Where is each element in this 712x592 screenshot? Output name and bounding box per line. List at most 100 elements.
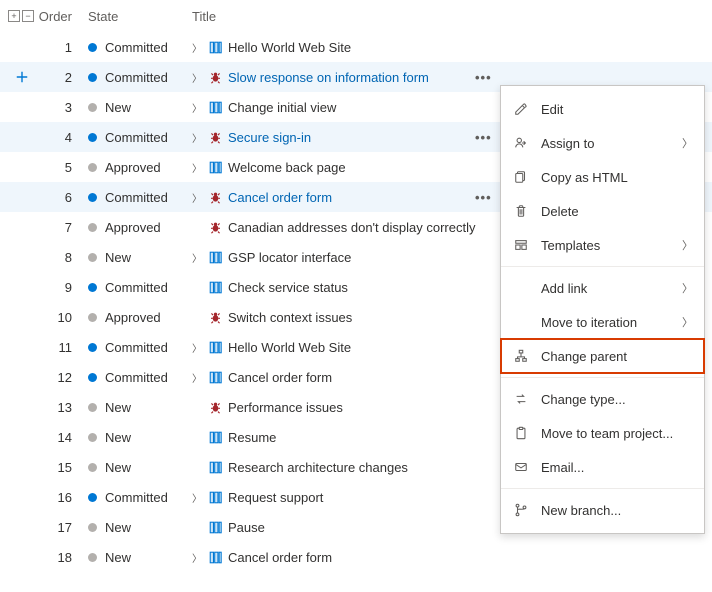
chevron-right-icon[interactable]: 〉 [192,250,202,265]
pbi-icon [208,280,222,294]
order-cell: 12 [36,370,84,385]
menu-change-type[interactable]: Change type... [501,382,704,416]
menu-label: Change type... [541,392,692,407]
title-text: Cancel order form [228,550,332,565]
menu-separator [501,488,704,489]
menu-move-iteration[interactable]: Move to iteration 〉 [501,305,704,339]
hierarchy-icon [513,348,529,364]
bug-icon [208,400,222,414]
state-text: New [105,550,131,565]
state-text: Committed [105,490,168,505]
chevron-right-icon[interactable]: 〉 [192,70,202,85]
state-dot-icon [88,343,97,352]
title-text: Change initial view [228,100,336,115]
more-actions-icon[interactable]: ••• [475,190,492,205]
title-text: GSP locator interface [228,250,351,265]
clipboard-icon [513,425,529,441]
chevron-right-icon[interactable]: 〉 [192,160,202,175]
state-text: Committed [105,40,168,55]
state-dot-icon [88,403,97,412]
title-text: Pause [228,520,265,535]
pbi-icon [208,370,222,384]
bug-icon [208,190,222,204]
title-text: Switch context issues [228,310,352,325]
state-text: Committed [105,130,168,145]
chevron-right-icon[interactable]: 〉 [192,40,202,55]
bug-icon [208,70,222,84]
pbi-icon [208,340,222,354]
chevron-right-icon[interactable]: 〉 [192,370,202,385]
person-icon [513,135,529,151]
menu-add-link[interactable]: Add link 〉 [501,271,704,305]
order-cell: 6 [36,190,84,205]
title-text[interactable]: Cancel order form [228,190,332,205]
menu-assign-to[interactable]: Assign to 〉 [501,126,704,160]
order-cell: 15 [36,460,84,475]
title-text: Hello World Web Site [228,40,351,55]
backlog-row[interactable]: 18New〉Cancel order form [0,542,712,572]
state-dot-icon [88,283,97,292]
menu-label: Templates [541,238,670,253]
order-cell: 8 [36,250,84,265]
state-dot-icon [88,253,97,262]
chevron-right-icon[interactable]: 〉 [192,550,202,565]
title-text: Welcome back page [228,160,346,175]
state-text: New [105,100,131,115]
state-text: Committed [105,370,168,385]
state-text: New [105,400,131,415]
menu-label: Email... [541,460,692,475]
backlog-row[interactable]: 1Committed〉Hello World Web Site [0,32,712,62]
collapse-all-icon[interactable]: − [22,10,34,22]
column-title[interactable]: Title [192,9,704,24]
menu-label: Assign to [541,136,670,151]
column-state[interactable]: State [84,9,192,24]
menu-label: Move to iteration [541,315,670,330]
state-text: Committed [105,70,168,85]
add-item-icon[interactable] [15,70,29,84]
menu-new-branch[interactable]: New branch... [501,493,704,527]
state-text: New [105,250,131,265]
order-cell: 17 [36,520,84,535]
mail-icon [513,459,529,475]
state-text: Approved [105,160,161,175]
expand-all-icon[interactable]: + [8,10,20,22]
chevron-right-icon[interactable]: 〉 [192,490,202,505]
column-order[interactable]: Order [36,9,84,24]
blank-icon [513,314,529,330]
chevron-right-icon: 〉 [682,237,692,253]
menu-edit[interactable]: Edit [501,92,704,126]
menu-templates[interactable]: Templates 〉 [501,228,704,262]
order-cell: 3 [36,100,84,115]
menu-label: Edit [541,102,692,117]
menu-change-parent[interactable]: Change parent [501,339,704,373]
more-actions-icon[interactable]: ••• [475,130,492,145]
chevron-right-icon[interactable]: 〉 [192,100,202,115]
state-text: New [105,430,131,445]
swap-icon [513,391,529,407]
pbi-icon [208,40,222,54]
menu-separator [501,266,704,267]
title-text[interactable]: Slow response on information form [228,70,429,85]
order-cell: 9 [36,280,84,295]
menu-email[interactable]: Email... [501,450,704,484]
more-actions-icon[interactable]: ••• [475,70,492,85]
state-dot-icon [88,73,97,82]
order-cell: 10 [36,310,84,325]
menu-move-team[interactable]: Move to team project... [501,416,704,450]
bug-icon [208,310,222,324]
pbi-icon [208,550,222,564]
menu-label: New branch... [541,503,692,518]
state-dot-icon [88,523,97,532]
state-text: Committed [105,190,168,205]
title-text[interactable]: Secure sign-in [228,130,311,145]
state-text: Committed [105,340,168,355]
menu-delete[interactable]: Delete [501,194,704,228]
chevron-right-icon[interactable]: 〉 [192,130,202,145]
state-dot-icon [88,163,97,172]
menu-label: Copy as HTML [541,170,692,185]
chevron-right-icon[interactable]: 〉 [192,340,202,355]
state-text: New [105,520,131,535]
menu-copy-html[interactable]: Copy as HTML [501,160,704,194]
chevron-right-icon[interactable]: 〉 [192,190,202,205]
menu-label: Delete [541,204,692,219]
